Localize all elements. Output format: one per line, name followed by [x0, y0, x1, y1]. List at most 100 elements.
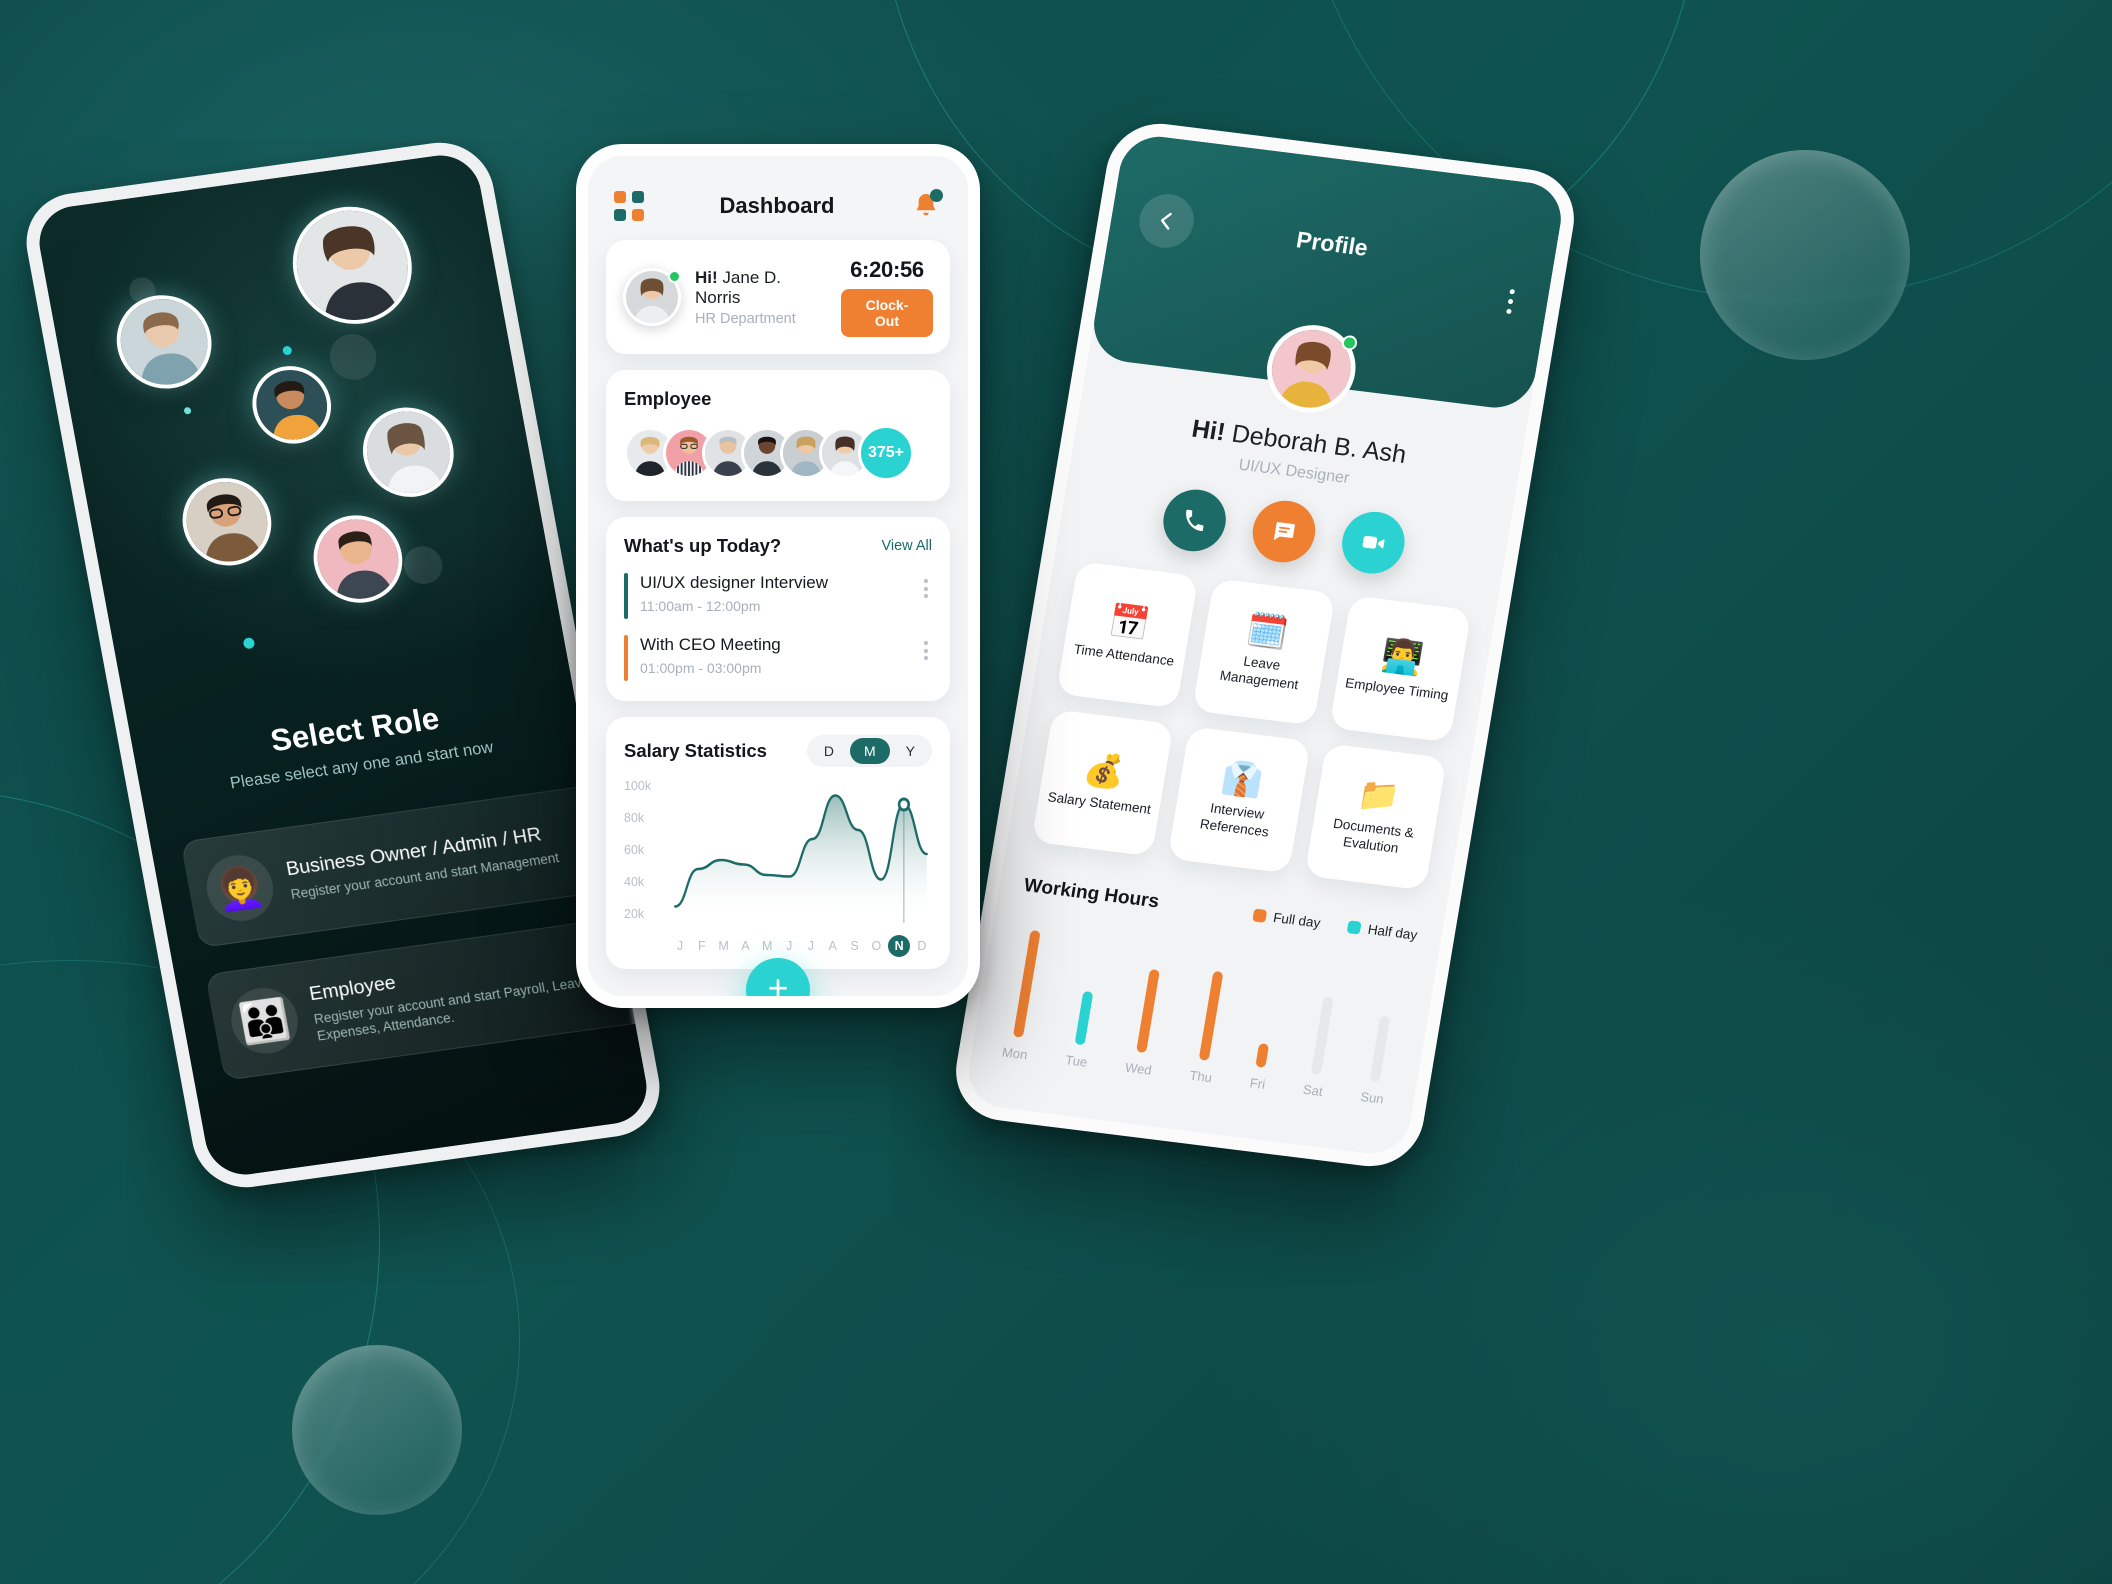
bar-column[interactable]: Fri	[1248, 1042, 1272, 1092]
decorative-dot	[281, 345, 293, 356]
bar-column[interactable]: Mon	[1001, 929, 1048, 1062]
menu-tile[interactable]: 👔 Interview References	[1167, 726, 1311, 874]
list-item[interactable]: UI/UX designer Interview 11:00am - 12:00…	[624, 573, 932, 619]
kebab-menu-icon[interactable]	[920, 573, 932, 604]
y-tick: 60k	[624, 843, 645, 857]
avatar[interactable]	[108, 289, 220, 395]
online-status-dot	[1340, 334, 1359, 352]
bar-column[interactable]: Sat	[1302, 996, 1338, 1099]
range-toggle[interactable]: D M Y	[806, 735, 932, 767]
role-option-business-owner[interactable]: 👩‍🦱 Business Owner / Admin / HR Register…	[180, 782, 627, 949]
bar	[1310, 996, 1334, 1075]
employee-count-badge[interactable]: 375+	[858, 425, 914, 481]
chat-icon	[1273, 521, 1295, 541]
avatar[interactable]	[1260, 320, 1363, 418]
bar	[1012, 929, 1041, 1038]
x-tick[interactable]: O	[866, 939, 886, 957]
background-canvas: Select Role Please select any one and st…	[0, 0, 2112, 1584]
menu-tile[interactable]: 💰 Salary Statement	[1031, 709, 1174, 857]
avatar[interactable]	[283, 199, 422, 332]
working-hours-bar-chart: Mon Tue Wed Thu Fri Sat Sun	[995, 910, 1413, 1107]
call-button[interactable]	[1158, 486, 1231, 555]
bar-column[interactable]: Thu	[1188, 970, 1229, 1085]
x-tick[interactable]: F	[692, 939, 712, 957]
menu-tile[interactable]: 📅 Time Attendance	[1056, 561, 1199, 709]
video-call-button[interactable]	[1337, 508, 1410, 578]
menu-tile-label: Leave Management	[1218, 653, 1300, 693]
event-title: With CEO Meeting	[640, 635, 781, 654]
avatar[interactable]	[623, 268, 681, 326]
bar-label: Thu	[1188, 1067, 1214, 1086]
avatar[interactable]	[175, 472, 279, 572]
x-tick[interactable]: M	[714, 939, 734, 957]
x-tick[interactable]: J	[670, 939, 690, 957]
profile-menu-grid: 📅 Time Attendance 🗓️ Leave Management 👨‍💻 Emp…	[1031, 561, 1472, 891]
notification-badge	[929, 189, 943, 202]
decorative-blob-bottom	[292, 1345, 462, 1515]
greeting-text: Hi!	[695, 267, 718, 287]
salary-statistics-card: Salary Statistics D M Y 100k 80k 60k 40k…	[606, 717, 950, 969]
clock-timer: 6:20:56	[850, 257, 924, 282]
x-tick[interactable]: J	[779, 939, 799, 957]
x-tick[interactable]: S	[845, 939, 865, 957]
x-tick[interactable]: J	[801, 939, 821, 957]
grid-menu-icon[interactable]	[614, 191, 644, 221]
dashboard-screen: Dashboard Hi! Jane D. Norris HR Departme	[588, 156, 968, 996]
y-tick: 80k	[624, 811, 645, 825]
bar-label: Fri	[1248, 1075, 1267, 1092]
menu-tile-label: Documents & Evalution	[1332, 815, 1416, 856]
salary-line-chart: 100k 80k 60k 40k 20k J F M A M J J A S O…	[624, 779, 932, 959]
decorative-dot	[326, 331, 381, 383]
legend-item-full-day: Full day	[1252, 907, 1322, 931]
dashboard-header: Dashboard	[588, 156, 968, 222]
legend-label: Full day	[1272, 909, 1322, 931]
menu-tile[interactable]: 🗓️ Leave Management	[1192, 578, 1336, 726]
menu-tile-label: Employee Timing	[1344, 674, 1450, 703]
view-all-link[interactable]: View All	[881, 538, 932, 554]
kebab-menu-icon[interactable]	[920, 635, 932, 666]
bar	[1136, 968, 1161, 1054]
page-title: Dashboard	[719, 193, 835, 218]
clock-out-button[interactable]: Clock-Out	[840, 289, 933, 337]
avatar[interactable]	[355, 401, 462, 503]
video-camera-icon	[1362, 535, 1385, 549]
family-avatar-emoji: 👪	[225, 983, 304, 1058]
bar-column[interactable]: Wed	[1124, 968, 1168, 1078]
x-tick[interactable]: A	[823, 939, 843, 957]
message-button[interactable]	[1248, 497, 1320, 566]
necktie-emoji: 👔	[1219, 757, 1267, 800]
whats-up-card: What's up Today? View All UI/UX designer…	[606, 517, 950, 701]
bar-label: Sun	[1359, 1088, 1385, 1107]
decorative-dot	[400, 543, 446, 587]
bar-label: Sat	[1301, 1081, 1324, 1100]
x-axis-labels: JFMAMJJASOND	[670, 935, 932, 957]
x-tick[interactable]: N	[888, 935, 911, 957]
section-title: What's up Today?	[624, 535, 782, 556]
event-time: 11:00am - 12:00pm	[640, 598, 761, 614]
user-name: Hi! Jane D. Norris	[695, 268, 827, 308]
avatar[interactable]	[306, 509, 410, 609]
phone-dashboard: Dashboard Hi! Jane D. Norris HR Departme	[576, 144, 980, 1008]
bar-column[interactable]: Tue	[1064, 990, 1099, 1070]
range-option-d[interactable]: D	[810, 738, 848, 764]
bar-column[interactable]: Sun	[1359, 1015, 1397, 1107]
range-option-y[interactable]: Y	[892, 738, 929, 764]
x-tick[interactable]: A	[735, 939, 755, 957]
notification-bell-icon[interactable]	[910, 189, 943, 222]
avatar[interactable]	[245, 361, 338, 449]
money-bag-emoji: 💰	[1081, 749, 1129, 791]
x-tick[interactable]: D	[912, 939, 932, 957]
x-tick[interactable]: M	[757, 939, 777, 957]
file-folder-emoji: 📁	[1355, 774, 1403, 817]
menu-tile[interactable]: 📁 Documents & Evalution	[1304, 743, 1447, 891]
section-title: Salary Statistics	[624, 740, 767, 761]
event-title: UI/UX designer Interview	[640, 573, 829, 592]
range-option-m[interactable]: M	[849, 738, 890, 764]
y-tick: 20k	[624, 907, 645, 921]
man-technologist-emoji: 👨‍💻	[1378, 635, 1426, 677]
decorative-dot	[183, 406, 192, 415]
menu-tile[interactable]: 👨‍💻 Employee Timing	[1328, 595, 1472, 743]
menu-tile-label: Time Attendance	[1072, 641, 1176, 669]
list-item[interactable]: With CEO Meeting 01:00pm - 03:00pm	[624, 635, 932, 681]
online-status-dot	[668, 270, 681, 283]
